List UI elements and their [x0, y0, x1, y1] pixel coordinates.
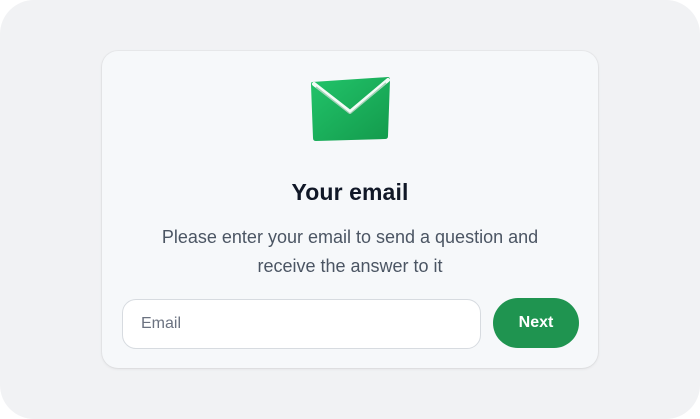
email-dialog: Your email Please enter your email to se… [102, 51, 598, 368]
email-field[interactable] [122, 299, 481, 349]
envelope-icon [308, 74, 392, 144]
next-button[interactable]: Next [493, 298, 579, 348]
dialog-description: Please enter your email to send a questi… [161, 227, 539, 276]
page-background: Your email Please enter your email to se… [0, 0, 700, 419]
dialog-title: Your email [291, 179, 409, 205]
